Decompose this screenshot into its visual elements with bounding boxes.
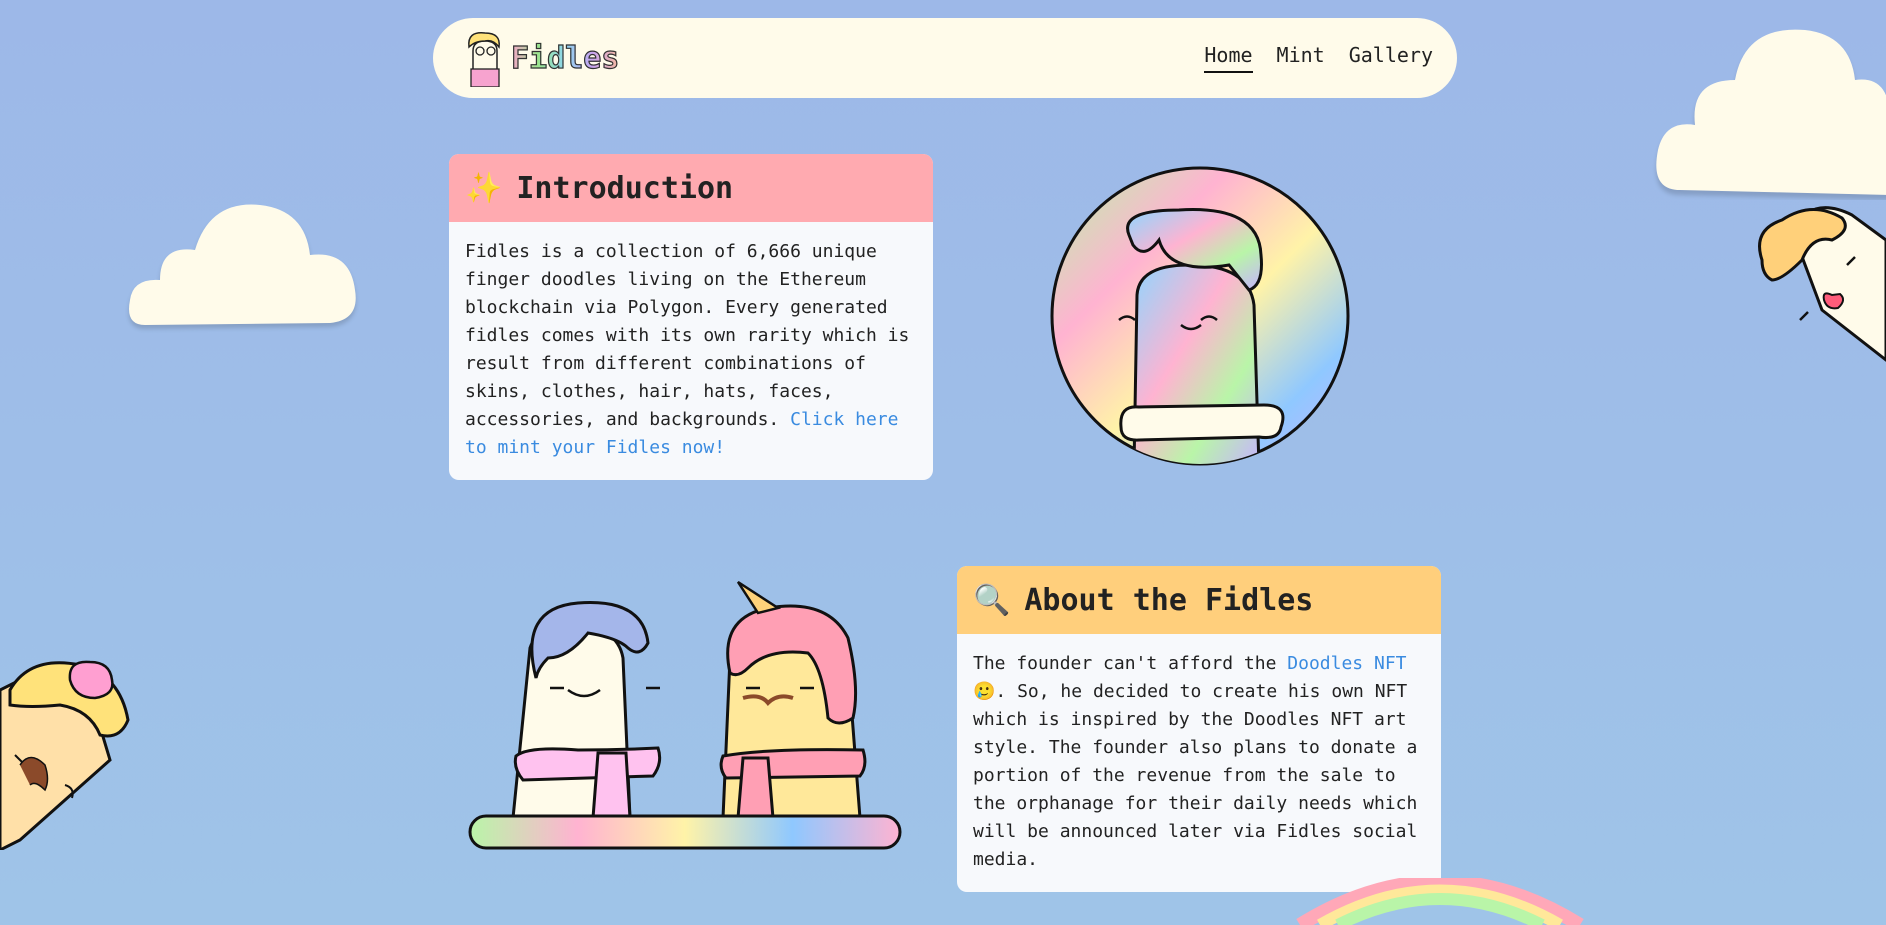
peeking-fidle-right — [1758, 206, 1886, 362]
nav-gallery[interactable]: Gallery — [1349, 43, 1433, 73]
nav-mint[interactable]: Mint — [1277, 43, 1325, 73]
brand-logo-link[interactable]: Fidles — [463, 29, 620, 87]
cloud-left — [129, 204, 356, 325]
rainbow-arc — [1296, 878, 1584, 925]
introduction-text: Fidles is a collection of 6,666 unique f… — [465, 241, 910, 430]
about-text-before: The founder can't afford the — [973, 653, 1288, 674]
nav-home[interactable]: Home — [1204, 43, 1253, 73]
brand-name: Fidles — [510, 40, 620, 76]
about-body: The founder can't afford the Doodles NFT… — [957, 634, 1441, 892]
holographic-fidle-image — [1050, 166, 1350, 466]
navbar: Fidles Home Mint Gallery — [433, 18, 1457, 98]
introduction-body: Fidles is a collection of 6,666 unique f… — [449, 222, 933, 480]
two-fidles-illustration — [468, 580, 902, 850]
fidles-mascot-icon — [468, 32, 500, 87]
about-header: 🔍 About the Fidles — [957, 566, 1441, 634]
introduction-header: ✨ Introduction — [449, 154, 933, 222]
doodles-nft-link[interactable]: Doodles NFT — [1287, 653, 1406, 674]
cloud-right — [1656, 29, 1886, 195]
introduction-card: ✨ Introduction Fidles is a collection of… — [449, 154, 933, 480]
about-text-after: 🥲. So, he decided to create his own NFT … — [973, 681, 1418, 870]
sparkles-icon: ✨ — [465, 170, 503, 206]
about-card: 🔍 About the Fidles The founder can't aff… — [957, 566, 1441, 892]
peeking-fidle-left — [0, 660, 130, 850]
about-title: About the Fidles — [1024, 582, 1314, 618]
nav-links: Home Mint Gallery — [1204, 43, 1433, 73]
introduction-title: Introduction — [516, 170, 734, 206]
magnifier-icon: 🔍 — [973, 582, 1011, 618]
